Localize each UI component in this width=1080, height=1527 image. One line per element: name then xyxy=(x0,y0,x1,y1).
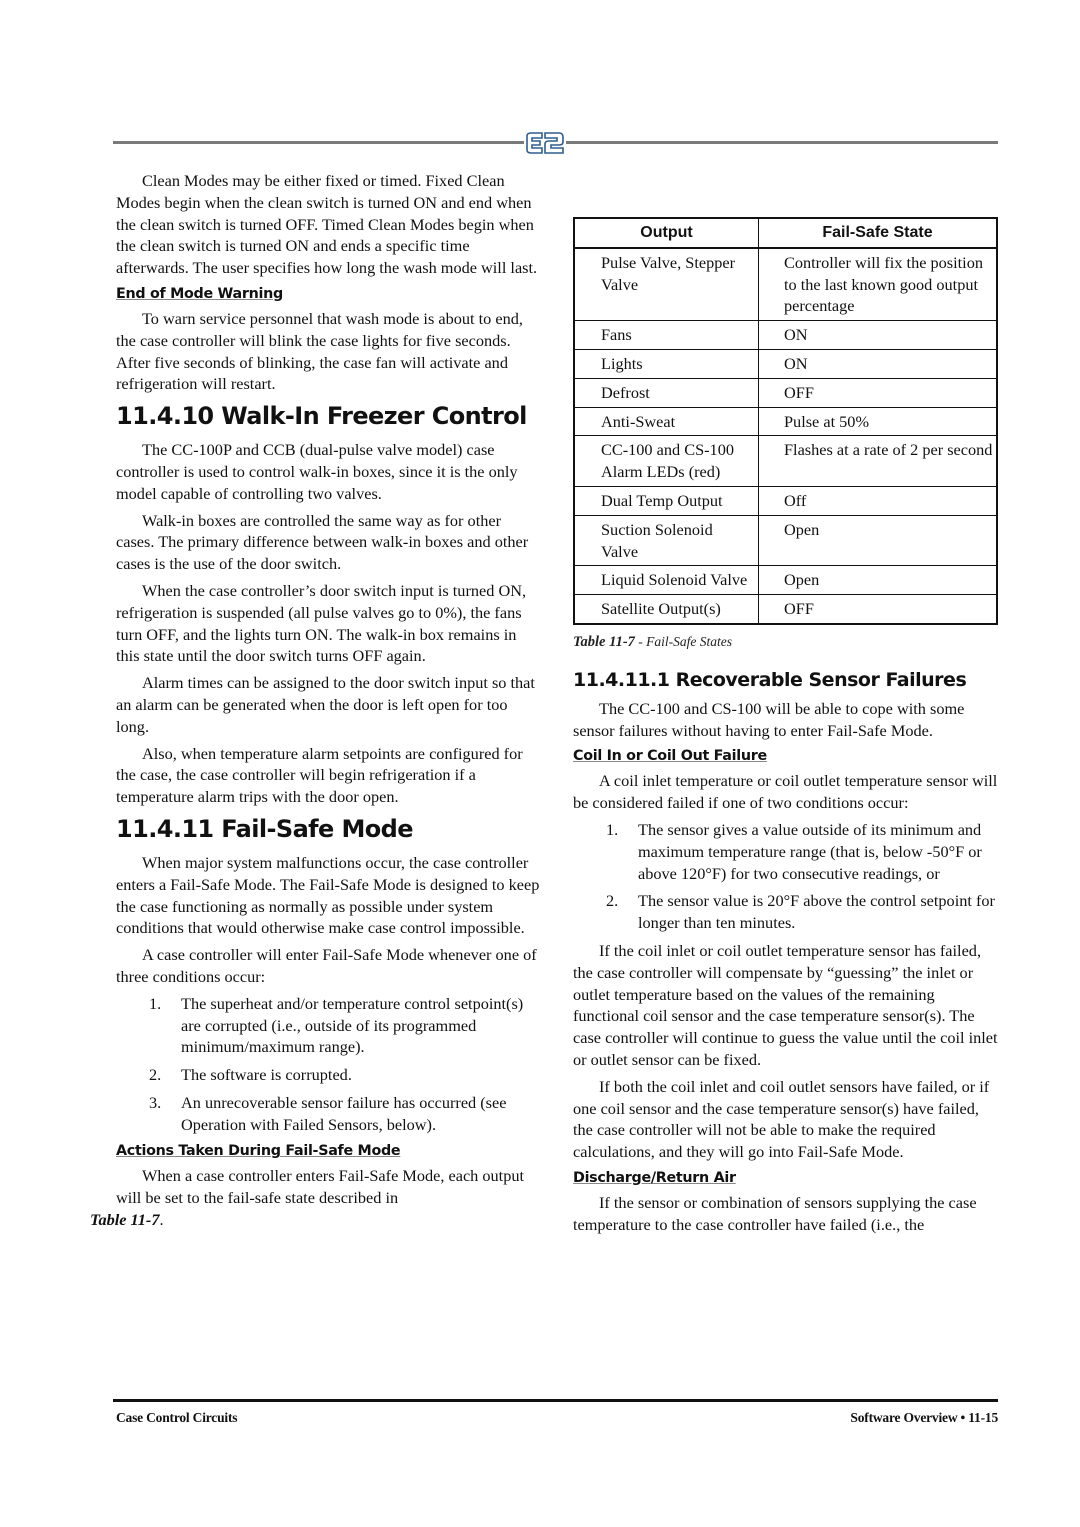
coil-conditions-list: 1. The sensor gives a value outside of it… xyxy=(573,819,998,934)
recoverable-heading: 11.4.11.1 Recoverable Sensor Failures xyxy=(573,668,967,691)
output-cell: Suction Solenoid Valve xyxy=(573,514,759,567)
list-item: 2. The sensor value is 20°F above the con… xyxy=(573,890,998,934)
left-column: Clean Modes may be either fixed or timed… xyxy=(90,170,541,1236)
failsafe-paragraph: A case controller will enter Fail-Safe M… xyxy=(116,945,537,986)
state-cell: ON xyxy=(758,348,998,379)
list-item: 2. The software is corrupted. xyxy=(116,1064,541,1086)
discharge-paragraph: If the sensor or combination of sensors … xyxy=(573,1192,977,1234)
list-item: 1. The superheat and/or temperature contr… xyxy=(116,993,541,1058)
recoverable-paragraph: The CC-100 and CS-100 will be able to co… xyxy=(573,698,965,740)
state-cell: ON xyxy=(758,320,998,350)
table-row: Lights ON xyxy=(573,348,998,379)
table-row: Satellite Output(s) OFF xyxy=(573,594,998,625)
walkin-heading: 11.4.10 Walk-In Freezer Control xyxy=(116,402,527,431)
table-reference-link[interactable]: Table 11-7 xyxy=(90,1210,160,1229)
state-cell: OFF xyxy=(758,594,998,625)
walkin-paragraph: Walk-in boxes are controlled the same wa… xyxy=(116,510,529,574)
output-cell: CC-100 and CS-100 Alarm LEDs (red) xyxy=(573,435,759,487)
failsafe-conditions-list: 1. The superheat and/or temperature contr… xyxy=(116,993,541,1136)
actions-end: . xyxy=(159,1210,164,1230)
table-row: CC-100 and CS-100 Alarm LEDs (red) Flashe… xyxy=(573,435,998,487)
list-text: The sensor value is 20°F above the contr… xyxy=(638,891,995,933)
end-of-mode-heading: End of Mode Warning xyxy=(116,285,283,302)
table-row: Suction Solenoid Valve Open xyxy=(573,514,998,567)
output-cell: Liquid Solenoid Valve xyxy=(573,565,759,596)
state-cell: Open xyxy=(758,565,998,596)
failsafe-heading: 11.4.11 Fail-Safe Mode xyxy=(116,814,413,843)
output-cell: Lights xyxy=(573,348,759,379)
failsafe-states-table: Output Fail-Safe State Pulse Valve, Step… xyxy=(573,217,998,625)
right-column: Output Fail-Safe State Pulse Valve, Step… xyxy=(573,170,998,1240)
table-caption-label: Table 11-7 xyxy=(573,633,635,650)
table-row: Pulse Valve, Stepper Valve Controller wil… xyxy=(573,247,998,322)
failsafe-paragraph: When major system malfunctions occur, th… xyxy=(116,852,540,938)
table-header-output: Output xyxy=(573,217,759,249)
output-cell: Defrost xyxy=(573,377,759,408)
list-item: 3. An unrecoverable sensor failure has oc… xyxy=(116,1092,541,1136)
actions-heading: Actions Taken During Fail-Safe Mode xyxy=(116,1143,401,1160)
table-caption-text: - Fail-Safe States xyxy=(634,633,733,649)
walkin-paragraph: Also, when temperature alarm setpoints a… xyxy=(116,743,523,807)
coil-heading: Coil In or Coil Out Failure xyxy=(573,748,767,765)
walkin-paragraph: The CC-100P and CCB (dual-pulse valve mo… xyxy=(116,440,518,503)
intro-paragraph: Clean Modes may be either fixed or timed… xyxy=(116,171,538,278)
output-cell: Dual Temp Output xyxy=(573,485,759,516)
output-cell: Satellite Output(s) xyxy=(573,594,759,625)
table-row: Fans ON xyxy=(573,320,998,350)
footer-page-number: Software Overview • 11-15 xyxy=(850,1410,998,1425)
actions-paragraph: When a case controller enters Fail-Safe … xyxy=(90,1165,541,1230)
table-row: Liquid Solenoid Valve Open xyxy=(573,565,998,596)
output-cell: Fans xyxy=(573,320,759,350)
list-number: 2. xyxy=(606,891,619,911)
list-text: The software is corrupted. xyxy=(181,1065,352,1085)
list-number: 3. xyxy=(149,1092,162,1112)
table-caption: Table 11-7 - Fail-Safe States xyxy=(573,631,998,654)
table-header-row: Output Fail-Safe State xyxy=(573,217,998,249)
state-cell: Off xyxy=(758,485,998,516)
coil-paragraph: If both the coil inlet and coil outlet s… xyxy=(573,1076,990,1162)
header-rule-left xyxy=(113,141,525,144)
output-cell: Pulse Valve, Stepper Valve xyxy=(573,247,759,322)
header-rule-right xyxy=(566,141,998,144)
table-body: Pulse Valve, Stepper Valve Controller wil… xyxy=(573,247,998,625)
table-row: Dual Temp Output Off xyxy=(573,485,998,516)
table-row: Anti-Sweat Pulse at 50% xyxy=(573,406,998,437)
state-cell: Open xyxy=(758,514,998,567)
list-text: An unrecoverable sensor failure has occu… xyxy=(181,1092,507,1134)
walkin-paragraph: When the case controller’s door switch i… xyxy=(116,580,527,666)
state-cell: Flashes at a rate of 2 per second xyxy=(758,435,998,487)
state-cell: Pulse at 50% xyxy=(758,406,998,437)
actions-text: When a case controller enters Fail-Safe … xyxy=(116,1166,525,1208)
discharge-heading: Discharge/Return Air xyxy=(573,1169,736,1186)
walkin-paragraph: Alarm times can be assigned to the door … xyxy=(116,673,535,736)
coil-paragraph: If the coil inlet or coil outlet tempera… xyxy=(573,940,998,1069)
state-cell: Controller will fix the position to the … xyxy=(758,247,998,322)
list-text: The superheat and/or temperature control… xyxy=(181,993,524,1057)
list-text: The sensor gives a value outside of its … xyxy=(638,819,982,883)
end-of-mode-paragraph: To warn service personnel that wash mode… xyxy=(116,308,523,394)
coil-paragraph: A coil inlet temperature or coil outlet … xyxy=(573,771,998,813)
e2-logo-icon xyxy=(524,132,566,154)
footer-rule xyxy=(113,1399,998,1402)
table-row: Defrost OFF xyxy=(573,377,998,408)
list-number: 2. xyxy=(149,1065,162,1085)
list-number: 1. xyxy=(606,819,619,839)
footer-section-title: Case Control Circuits xyxy=(116,1410,238,1425)
list-item: 1. The sensor gives a value outside of it… xyxy=(573,819,998,884)
table-header-state: Fail-Safe State xyxy=(758,217,998,249)
state-cell: OFF xyxy=(758,377,998,408)
list-number: 1. xyxy=(149,993,162,1013)
output-cell: Anti-Sweat xyxy=(573,406,759,437)
